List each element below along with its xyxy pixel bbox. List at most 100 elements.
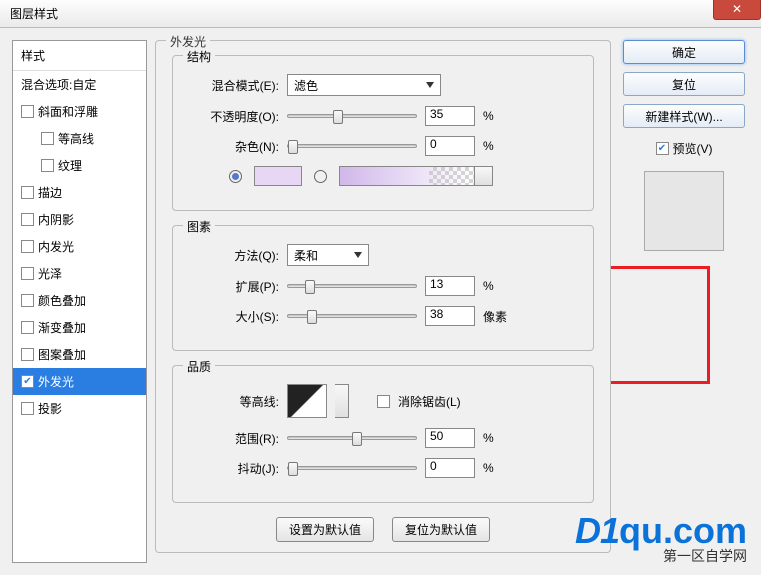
new-style-button[interactable]: 新建样式(W)... [623,104,745,128]
sidebar-blending-options[interactable]: 混合选项:自定 [13,71,146,98]
sidebar-checkbox[interactable] [21,348,34,361]
spread-label: 扩展(P): [189,278,279,295]
size-unit: 像素 [483,308,511,325]
method-label: 方法(Q): [189,247,279,264]
contour-label: 等高线: [189,393,279,410]
elements-legend: 图素 [183,218,215,235]
color-swatch[interactable] [254,166,302,186]
sidebar-item-8[interactable]: 渐变叠加 [13,314,146,341]
preview-checkbox[interactable]: ✔ [656,142,669,155]
chevron-down-icon [426,82,434,88]
sidebar-checkbox[interactable] [41,132,54,145]
preview-label: 预览(V) [673,140,713,157]
sidebar-item-9[interactable]: 图案叠加 [13,341,146,368]
sidebar-item-label: 内发光 [38,238,74,255]
size-input[interactable]: 38 [425,306,475,326]
close-button[interactable]: ✕ [713,0,761,20]
sidebar-item-1[interactable]: 等高线 [13,125,146,152]
sidebar-checkbox[interactable] [21,186,34,199]
range-slider[interactable] [287,436,417,440]
gradient-dropdown-arrow[interactable] [475,166,493,186]
range-input[interactable]: 50 [425,428,475,448]
noise-label: 杂色(N): [189,138,279,155]
quality-legend: 品质 [183,358,215,375]
sidebar-item-label: 光泽 [38,265,62,282]
sidebar-item-10[interactable]: ✔ 外发光 [13,368,146,395]
sidebar-item-label: 斜面和浮雕 [38,103,98,120]
opacity-input[interactable]: 35 [425,106,475,126]
sidebar-item-label: 外发光 [38,373,74,390]
sidebar-item-3[interactable]: 描边 [13,179,146,206]
jitter-label: 抖动(J): [189,460,279,477]
jitter-input[interactable]: 0 [425,458,475,478]
spread-input[interactable]: 13 [425,276,475,296]
sidebar-checkbox[interactable] [21,321,34,334]
sidebar-item-7[interactable]: 颜色叠加 [13,287,146,314]
sidebar-item-label: 描边 [38,184,62,201]
reset-button[interactable]: 复位 [623,72,745,96]
sidebar-item-label: 内阴影 [38,211,74,228]
make-default-button[interactable]: 设置为默认值 [276,517,374,542]
gradient-radio[interactable] [314,170,327,183]
range-unit: % [483,431,511,445]
spread-unit: % [483,279,511,293]
jitter-unit: % [483,461,511,475]
sidebar-checkbox[interactable] [21,267,34,280]
style-list-sidebar: 样式 混合选项:自定 斜面和浮雕等高线纹理描边内阴影内发光光泽颜色叠加渐变叠加图… [12,40,147,563]
sidebar-item-label: 投影 [38,400,62,417]
sidebar-item-6[interactable]: 光泽 [13,260,146,287]
contour-thumbnail[interactable] [287,384,327,418]
sidebar-item-2[interactable]: 纹理 [13,152,146,179]
sidebar-checkbox[interactable] [21,105,34,118]
contour-dropdown-arrow[interactable] [335,384,349,418]
antialias-label: 消除锯齿(L) [398,393,461,410]
sidebar-item-label: 纹理 [58,157,82,174]
sidebar-item-label: 渐变叠加 [38,319,86,336]
right-button-panel: 确定 复位 新建样式(W)... ✔ 预览(V) [619,40,749,563]
sidebar-item-4[interactable]: 内阴影 [13,206,146,233]
sidebar-checkbox[interactable] [21,402,34,415]
sidebar-item-label: 图案叠加 [38,346,86,363]
sidebar-item-0[interactable]: 斜面和浮雕 [13,98,146,125]
method-dropdown[interactable]: 柔和 [287,244,369,266]
preview-thumbnail [644,171,724,251]
sidebar-checkbox[interactable] [21,294,34,307]
chevron-down-icon [354,252,362,258]
sidebar-checkbox[interactable] [21,213,34,226]
window-title: 图层样式 [10,7,58,21]
sidebar-item-label: 颜色叠加 [38,292,86,309]
ok-button[interactable]: 确定 [623,40,745,64]
noise-slider[interactable] [287,144,417,148]
sidebar-item-11[interactable]: 投影 [13,395,146,422]
gradient-swatch[interactable] [339,166,475,186]
blend-mode-dropdown[interactable]: 滤色 [287,74,441,96]
antialias-checkbox[interactable] [377,395,390,408]
blend-mode-label: 混合模式(E): [189,77,279,94]
main-panel: 外发光 结构 混合模式(E): 滤色 不透明度(O): 35 % [155,40,611,563]
opacity-unit: % [483,109,511,123]
dialog-body: 样式 混合选项:自定 斜面和浮雕等高线纹理描边内阴影内发光光泽颜色叠加渐变叠加图… [0,28,761,575]
opacity-slider[interactable] [287,114,417,118]
range-label: 范围(R): [189,430,279,447]
structure-legend: 结构 [183,48,215,65]
quality-group: 品质 等高线: 消除锯齿(L) 范围(R): 50 % 抖动(J): [172,365,594,503]
elements-group: 图素 方法(Q): 柔和 扩展(P): 13 % 大小(S): [172,225,594,351]
sidebar-item-5[interactable]: 内发光 [13,233,146,260]
sidebar-checkbox[interactable] [21,240,34,253]
jitter-slider[interactable] [287,466,417,470]
reset-default-button[interactable]: 复位为默认值 [392,517,490,542]
sidebar-item-label: 等高线 [58,130,94,147]
title-bar: 图层样式 ✕ [0,0,761,28]
size-slider[interactable] [287,314,417,318]
effect-panel-outer-glow: 外发光 结构 混合模式(E): 滤色 不透明度(O): 35 % [155,40,611,553]
noise-input[interactable]: 0 [425,136,475,156]
watermark: D1qu.com 第一区自学网 [575,510,747,566]
opacity-label: 不透明度(O): [189,108,279,125]
sidebar-checkbox[interactable]: ✔ [21,375,34,388]
default-buttons-row: 设置为默认值 复位为默认值 [172,517,594,542]
sidebar-header: 样式 [13,41,146,71]
spread-slider[interactable] [287,284,417,288]
sidebar-checkbox[interactable] [41,159,54,172]
color-radio[interactable] [229,170,242,183]
noise-unit: % [483,139,511,153]
